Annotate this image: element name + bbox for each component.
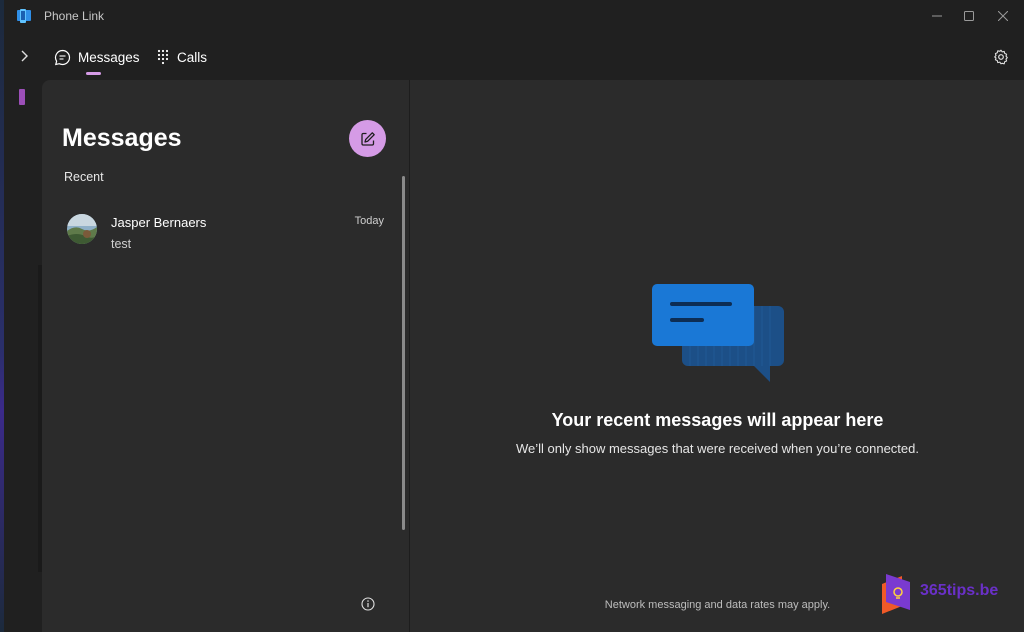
conversation-time: Today [354, 215, 384, 227]
left-rail [4, 80, 42, 632]
watermark-logo: 365tips.be [878, 570, 1018, 620]
tab-messages-label: Messages [78, 49, 140, 65]
new-message-button[interactable] [349, 120, 386, 157]
info-button[interactable] [360, 596, 376, 612]
tab-calls[interactable]: Calls [156, 44, 207, 70]
message-detail-pane: Your recent messages will appear here We… [409, 80, 1024, 632]
phone-selector-marker[interactable] [19, 89, 25, 105]
phone-link-app-icon [17, 9, 31, 23]
gear-icon [994, 49, 1008, 65]
selected-tab-indicator [86, 72, 101, 75]
tab-messages[interactable]: Messages [54, 44, 140, 70]
conversation-name: Jasper Bernaers [111, 215, 207, 230]
lightbulb-logo-icon [882, 574, 910, 614]
close-icon [998, 11, 1008, 21]
conversation-preview: test [111, 237, 132, 251]
compose-icon [360, 131, 375, 146]
chat-bubbles-illustration-icon [652, 284, 784, 382]
nav-bar: Messages Calls [4, 32, 1024, 80]
avatar [67, 214, 97, 244]
conversation-list-item[interactable]: Jasper Bernaers test Today [56, 206, 391, 258]
messages-panel: Messages Recent Jasper Bernaers test Tod… [42, 80, 409, 632]
watermark-text: 365tips.be [920, 582, 999, 599]
info-icon [361, 597, 375, 611]
phone-link-window: Phone Link Messages Calls Messages Recen… [0, 0, 1024, 632]
expand-sidebar-button[interactable] [12, 44, 36, 68]
conversation-scrollbar[interactable] [402, 176, 405, 530]
dialpad-icon [157, 49, 169, 65]
chat-bubble-icon [54, 49, 71, 65]
title-bar: Phone Link [4, 0, 1024, 32]
chevron-right-icon [21, 50, 28, 62]
settings-button[interactable] [989, 45, 1013, 69]
empty-state-title: Your recent messages will appear here [551, 410, 884, 430]
window-title: Phone Link [44, 9, 105, 23]
page-title: Messages [62, 124, 182, 152]
maximize-icon [964, 11, 974, 21]
minimize-icon [932, 15, 942, 17]
close-button[interactable] [980, 0, 1024, 32]
empty-state-subtitle: We’ll only show messages that were recei… [516, 441, 919, 456]
tab-calls-label: Calls [177, 49, 208, 65]
recent-section-label: Recent [64, 170, 104, 184]
